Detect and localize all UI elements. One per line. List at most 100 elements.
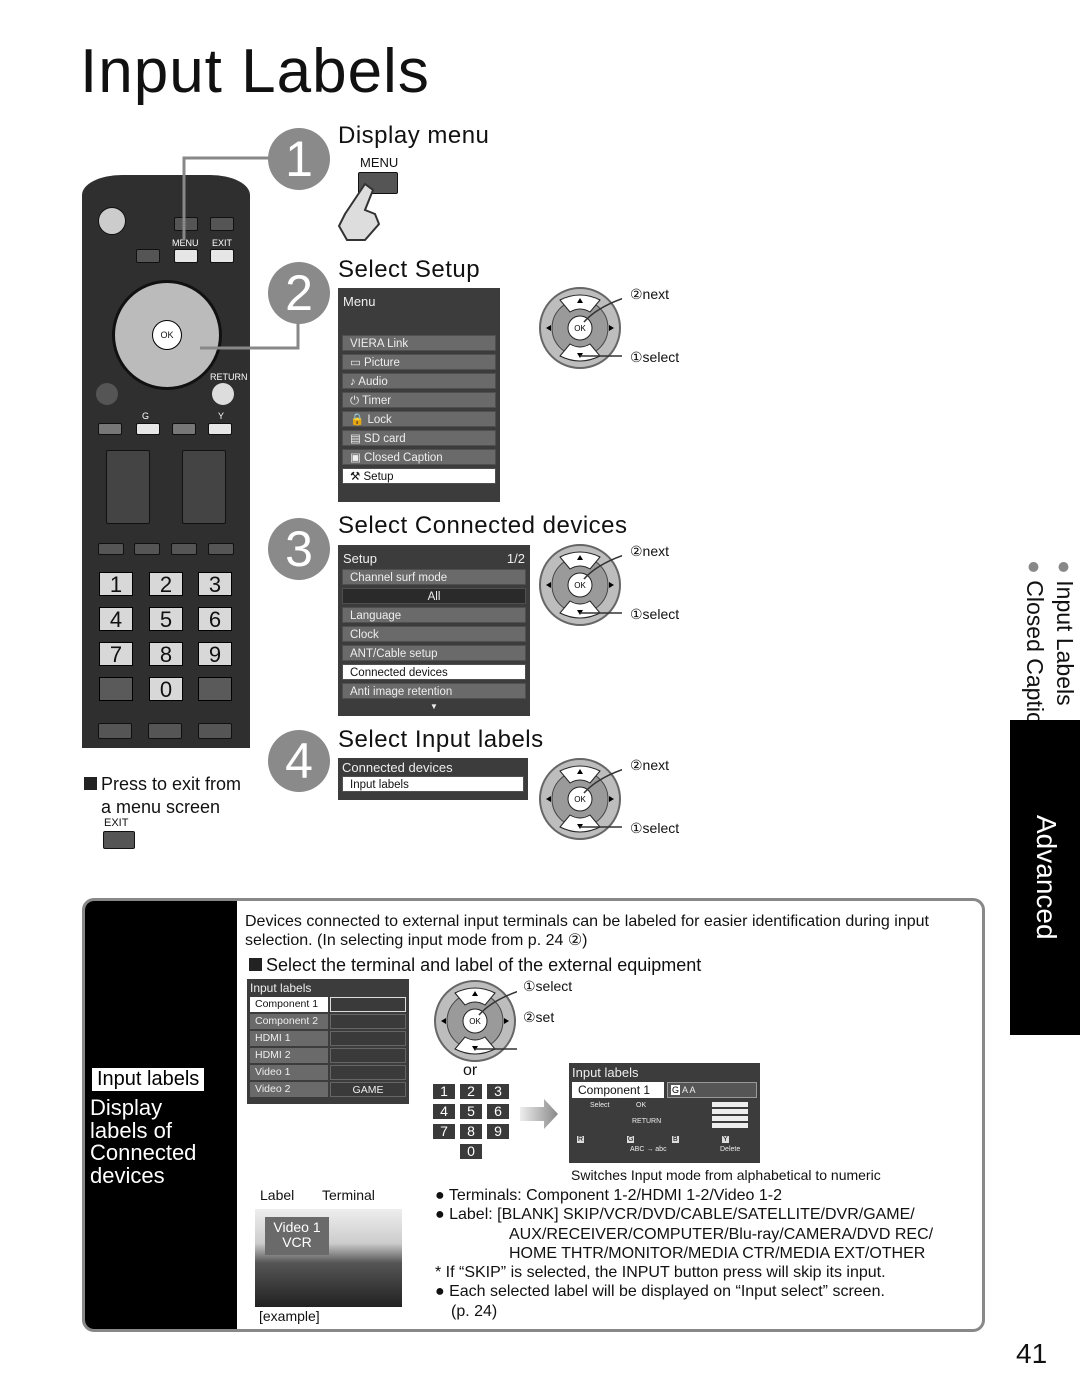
terminal-name: Video 1 <box>250 1065 328 1080</box>
terminal-name: Component 2 <box>250 1014 328 1029</box>
select-label: ①select <box>523 978 573 994</box>
page-indicator: 1/2 <box>506 551 525 566</box>
side-desc-line: devices <box>90 1162 165 1188</box>
label-value: A A <box>682 1085 696 1095</box>
remote-button <box>98 543 124 555</box>
return-button <box>212 383 234 405</box>
remote-button <box>134 543 160 555</box>
keyboard-title: Input labels <box>572 1065 639 1080</box>
remote-button <box>99 677 133 701</box>
bullet-terminals: ● Terminals: Component 1-2/HDMI 1-2/Vide… <box>435 1187 783 1204</box>
abc-hint: ABC → abc <box>630 1146 667 1153</box>
terminal-label <box>330 1065 406 1080</box>
menu-item: ▭ Picture <box>342 354 496 370</box>
volume-rocker <box>106 450 150 524</box>
example-photo: Video 1 VCR <box>255 1209 402 1307</box>
key-9: 9 <box>198 642 232 667</box>
example-caption: [example] <box>259 1308 320 1324</box>
terminal-name: Component 1 <box>250 997 328 1012</box>
terminal-label: GAME <box>330 1082 406 1097</box>
main-menu-osd: Menu VIERA Link ▭ Picture ♪ Audio ⏻ Timer 🔒 … <box>338 288 500 502</box>
exit-note-line1: Press to exit from <box>101 774 242 794</box>
menu-item: ▤ SD card <box>342 430 496 446</box>
remote-button <box>198 677 232 701</box>
menu-item: ⏻ Timer <box>342 392 496 408</box>
remote-button <box>96 383 118 405</box>
side-tab-current: Input Labels <box>1052 580 1078 706</box>
or-label: or <box>463 1062 478 1079</box>
next-label: ②next <box>630 286 670 302</box>
terminal-row: Video 2 GAME <box>250 1082 406 1097</box>
set-label: ②set <box>523 1009 555 1025</box>
key-5: 5 <box>149 607 183 632</box>
blue-key: B <box>672 1136 679 1143</box>
remote-button <box>208 543 234 555</box>
side-desc-line: labels of <box>90 1117 172 1143</box>
g-label: G <box>142 411 150 421</box>
section-sidebar: Input labels Display labels of Connected… <box>85 901 237 1329</box>
arrow-right-icon <box>520 1099 558 1129</box>
dpad-icon: OK <box>433 979 526 1063</box>
yellow-key: Y <box>722 1136 729 1143</box>
step-1-heading: Display menu <box>338 122 490 149</box>
section-side-desc: Display labels of Connected devices <box>90 1096 197 1188</box>
terminal-label <box>330 997 406 1012</box>
num-key: 4 <box>433 1104 455 1119</box>
green-button <box>136 423 160 435</box>
page-number: 41 <box>1016 1338 1048 1369</box>
setup-title: Setup <box>343 551 377 566</box>
bullet-page-ref: (p. 24) <box>451 1302 498 1320</box>
side-tab-topics: ● Input Labels ● Closed Caption <box>1010 560 1080 738</box>
remote-button <box>171 543 197 555</box>
key-3: 3 <box>198 572 232 597</box>
scroll-down-icon: ▼ <box>430 702 438 711</box>
num-key: 8 <box>460 1124 482 1139</box>
num-key: 6 <box>487 1104 509 1119</box>
menu-item: ♪ Audio <box>342 373 496 389</box>
example-label: VCR <box>282 1234 312 1250</box>
power-button <box>98 207 126 235</box>
setup-item: ANT/Cable setup <box>342 645 526 661</box>
bullet-label: ● Label: [BLANK] SKIP/VCR/DVD/CABLE/SATE… <box>435 1206 915 1224</box>
key-6: 6 <box>198 607 232 632</box>
input-labels-osd: Input labels Component 1 Component 2 HDMI … <box>247 979 409 1104</box>
example-terminal-caption: Terminal <box>322 1187 375 1203</box>
next-label: ②next <box>630 543 670 559</box>
svg-text:OK: OK <box>574 324 586 333</box>
setup-item: Channel surf mode <box>342 569 526 585</box>
setup-item: All <box>342 588 526 604</box>
side-desc-line: Connected <box>90 1140 197 1165</box>
svg-text:OK: OK <box>574 581 586 590</box>
section-tab-label: Advanced <box>1031 815 1062 940</box>
connected-devices-title: Connected devices <box>342 760 453 775</box>
example-label-caption: Label <box>260 1187 295 1203</box>
num-key: 2 <box>460 1084 482 1099</box>
terminal-row: HDMI 1 <box>250 1031 406 1046</box>
terminal-name: HDMI 1 <box>250 1031 328 1046</box>
setup-item: Anti image retention <box>342 683 526 699</box>
key-0: 0 <box>149 677 183 702</box>
red-button <box>98 423 122 435</box>
terminal-row: HDMI 2 <box>250 1048 406 1063</box>
menu-item: 🔒 Lock <box>342 411 496 427</box>
bullet-skip-note: * If “SKIP” is selected, the INPUT butto… <box>435 1264 886 1282</box>
keyboard-osd: Input labels Component 1 G A A Select OK… <box>569 1063 760 1163</box>
channel-rocker <box>182 450 226 524</box>
exit-button-label: EXIT <box>104 817 129 829</box>
subheading-text: Select the terminal and label of the ext… <box>266 955 702 975</box>
page-title: Input Labels <box>80 37 430 106</box>
num-key: 1 <box>433 1084 455 1099</box>
key-1: 1 <box>99 572 133 597</box>
step-2-number: 2 <box>268 262 330 324</box>
select-hint: Select <box>590 1102 610 1109</box>
return-hint: RETURN <box>632 1118 662 1125</box>
section-tab: Advanced <box>1010 720 1080 1035</box>
yellow-button <box>208 423 232 435</box>
key-8: 8 <box>149 642 183 667</box>
blue-button <box>172 423 196 435</box>
select-label: ①select <box>630 349 680 365</box>
numeric-keypad-icon <box>712 1102 748 1128</box>
remote-button <box>98 723 132 739</box>
input-labels-section: Input labels Display labels of Connected… <box>82 898 985 1332</box>
green-key: G <box>627 1136 635 1143</box>
